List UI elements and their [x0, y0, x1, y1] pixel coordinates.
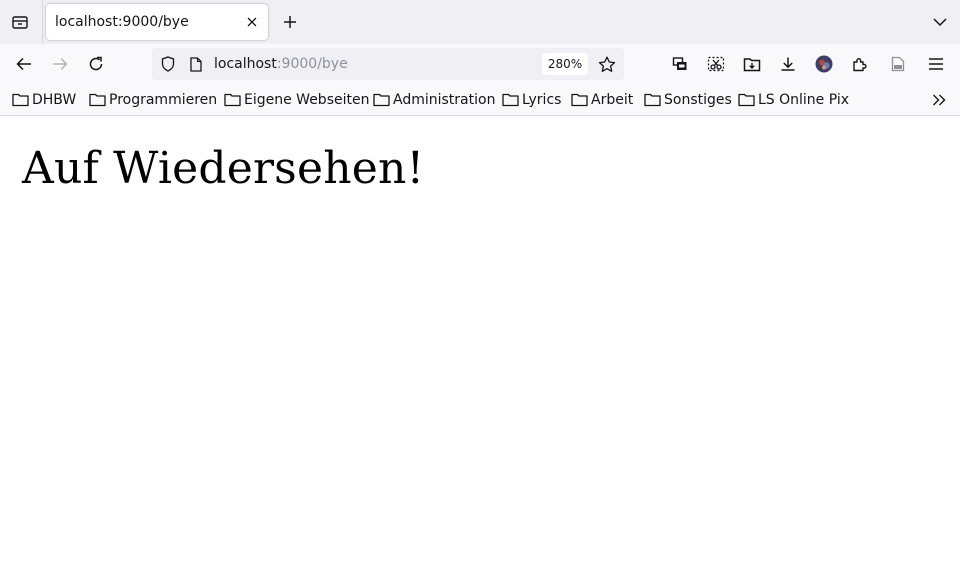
tab-close-button[interactable]: [242, 12, 262, 32]
bookmark-label: Arbeit: [591, 92, 634, 108]
folder-icon: [12, 93, 29, 107]
new-tab-button[interactable]: [274, 6, 306, 38]
cut-tool-button[interactable]: [700, 48, 732, 80]
reload-button[interactable]: [80, 48, 112, 80]
tab-title: localhost:9000/bye: [55, 14, 189, 30]
chevron-down-icon: [933, 18, 947, 27]
bookmark-label: LS Online Pix: [758, 92, 850, 108]
page-icon: [190, 56, 202, 72]
site-info-button[interactable]: [186, 54, 206, 74]
tab-list-icon: [12, 16, 28, 29]
bookmark-folder-arbeit[interactable]: Arbeit: [571, 88, 633, 112]
bookmark-folder-lyrics[interactable]: Lyrics: [502, 88, 561, 112]
close-icon: [247, 17, 257, 27]
url-bar[interactable]: localhost:9000/bye 280%: [152, 48, 624, 80]
star-icon: [598, 56, 616, 72]
bookmark-folder-dhbw[interactable]: DHBW: [12, 88, 76, 112]
zoom-reset-button[interactable]: 280%: [542, 53, 588, 75]
bookmark-label: Programmieren: [109, 92, 218, 108]
plus-icon: [284, 16, 296, 28]
list-all-tabs-button[interactable]: [924, 6, 956, 38]
folder-download-icon: [743, 57, 761, 71]
tracking-protection-button[interactable]: [158, 54, 178, 74]
bookmark-folder-programmieren[interactable]: Programmieren: [89, 88, 217, 112]
extensions-icon: [853, 58, 867, 72]
folder-icon: [373, 93, 390, 107]
downloads-button[interactable]: [772, 48, 804, 80]
bookmark-label: Eigene Webseiten: [244, 92, 370, 108]
navigation-toolbar: localhost:9000/bye 280%: [0, 44, 960, 84]
bookmark-label: Administration: [393, 92, 496, 108]
bookmark-star-button[interactable]: [596, 54, 618, 74]
forward-button[interactable]: [44, 48, 76, 80]
shield-icon: [161, 56, 175, 72]
reader-button[interactable]: [882, 48, 914, 80]
forward-arrow-icon: [53, 57, 68, 71]
app-menu-button[interactable]: [920, 48, 952, 80]
more-bookmarks-button[interactable]: [926, 88, 952, 112]
double-chevron-right-icon: [933, 94, 946, 106]
back-arrow-icon: [16, 57, 31, 71]
download-icon: [781, 57, 795, 71]
back-button[interactable]: [8, 48, 40, 80]
screenshot-button[interactable]: [664, 48, 696, 80]
folder-icon: [89, 93, 106, 107]
hamburger-menu-icon: [929, 58, 943, 70]
tab-separator: [42, 0, 43, 44]
url-host: localhost: [214, 56, 277, 72]
bookmark-folder-eigene-webseiten[interactable]: Eigene Webseiten: [224, 88, 369, 112]
bookmark-label: DHBW: [32, 92, 77, 108]
bookmark-label: Sonstiges: [664, 92, 732, 108]
document-icon: [891, 56, 905, 72]
reload-icon: [89, 56, 103, 71]
url-text[interactable]: localhost:9000/bye: [214, 48, 348, 80]
tab-list-button[interactable]: [4, 6, 36, 38]
folder-icon: [502, 93, 519, 107]
tab-active[interactable]: localhost:9000/bye: [46, 4, 268, 40]
cut-icon: [707, 56, 725, 72]
page-heading: Auf Wiedersehen!: [22, 143, 425, 194]
folder-icon: [644, 93, 661, 107]
folder-icon: [224, 93, 241, 107]
save-to-folder-button[interactable]: [736, 48, 768, 80]
folder-icon: [571, 93, 588, 107]
bookmark-folder-ls-online-pix[interactable]: LS Online Pix: [738, 88, 849, 112]
bookmark-folder-sonstiges[interactable]: Sonstiges: [644, 88, 732, 112]
bookmarks-toolbar: DHBW Programmieren Eigene Webseiten Admi…: [0, 84, 960, 116]
screenshot-icon: [672, 57, 687, 70]
account-button[interactable]: [808, 48, 840, 80]
tab-strip: localhost:9000/bye: [0, 0, 960, 44]
extensions-button[interactable]: [844, 48, 876, 80]
url-path: :9000/bye: [276, 56, 348, 72]
page-content: Auf Wiedersehen!: [0, 117, 960, 565]
folder-icon: [738, 93, 755, 107]
avatar-icon: [815, 55, 833, 73]
bookmark-folder-administration[interactable]: Administration: [373, 88, 495, 112]
bookmark-label: Lyrics: [522, 92, 562, 108]
